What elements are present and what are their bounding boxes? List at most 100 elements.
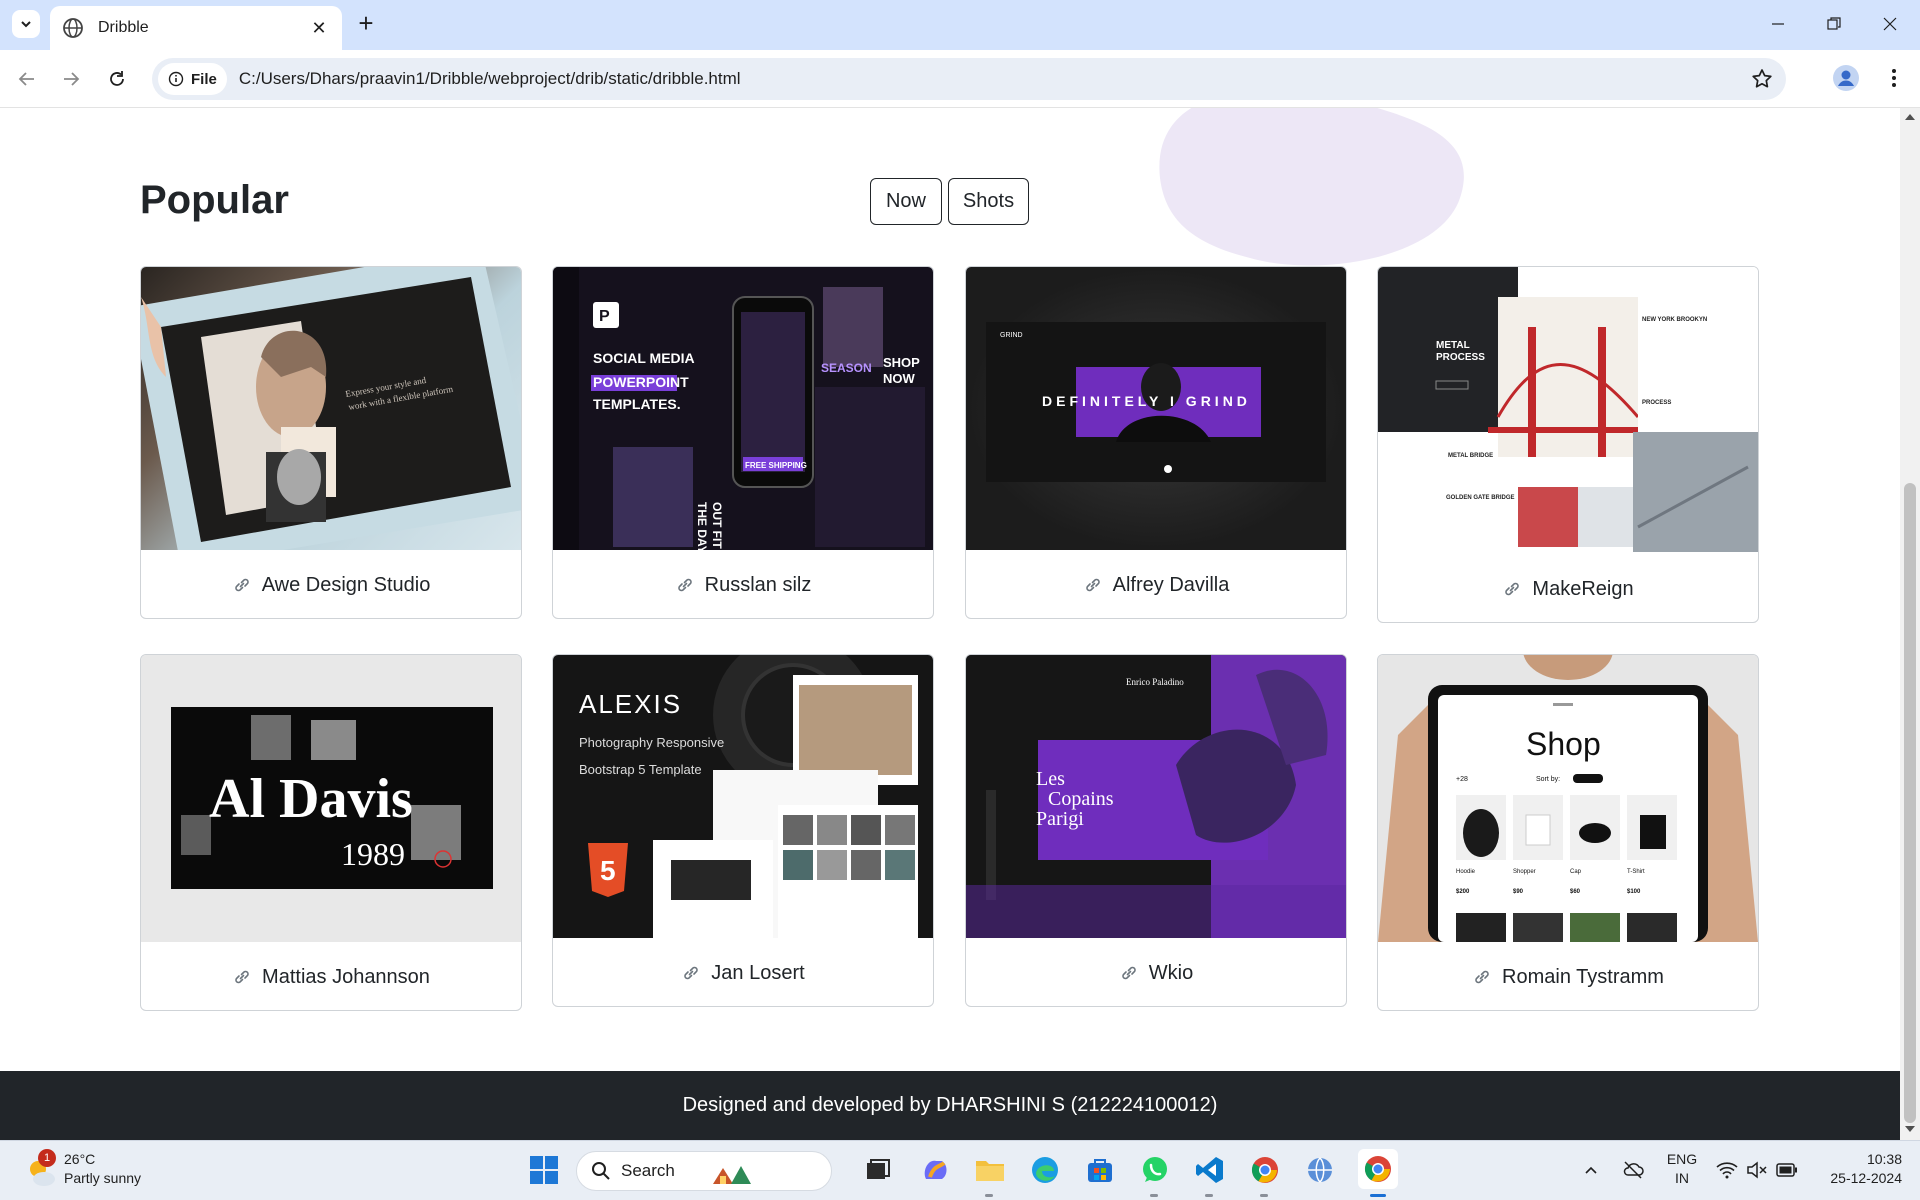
running-indicator [1260, 1194, 1268, 1197]
whatsapp-button[interactable] [1138, 1153, 1172, 1187]
thumb-text: $100 [1627, 889, 1641, 895]
card-caption[interactable]: Mattias Johannson [141, 942, 521, 1010]
wifi-button[interactable] [1712, 1153, 1742, 1187]
card-caption[interactable]: Romain Tystramm [1378, 942, 1758, 1010]
vpn-globe-button[interactable] [1303, 1153, 1337, 1187]
weather-badge: 1 [38, 1149, 56, 1167]
battery-icon [1776, 1163, 1797, 1177]
thumb-text: Les [1036, 768, 1065, 790]
cloud-off-icon [1623, 1161, 1644, 1179]
store-button[interactable] [1083, 1153, 1117, 1187]
scroll-thumb[interactable] [1904, 483, 1916, 1123]
close-window-button[interactable] [1870, 8, 1910, 40]
active-app-indicator [1370, 1194, 1386, 1197]
weather-widget[interactable]: 1 26°C Partly sunny [24, 1149, 174, 1193]
bookmark-star-icon[interactable] [1750, 67, 1774, 91]
metal-process-image: METAL PROCESS NEW YORK BROOKYN PROCESS M… [1378, 267, 1758, 552]
al-davis-image: Al Davis 1989 [171, 707, 493, 889]
chrome-icon [1251, 1157, 1278, 1183]
shot-thumbnail[interactable]: P SOCIAL MEDIA POWERPOINT TEMPLATES. FRE… [553, 267, 933, 550]
reload-button[interactable] [102, 64, 132, 94]
footer-credit: Designed and developed by DHARSHINI S (2… [682, 1094, 1218, 1116]
card-caption[interactable]: Awe Design Studio [141, 550, 521, 618]
running-indicator [985, 1194, 993, 1197]
shot-card[interactable]: Express your style and work with a flexi… [140, 266, 522, 619]
page-scrollbar[interactable] [1900, 108, 1920, 1140]
back-button[interactable] [12, 64, 42, 94]
browser-menu-button[interactable] [1880, 64, 1908, 92]
link-icon [1505, 582, 1520, 596]
browser-tab-bar: Dribble ✕ + [0, 0, 1920, 50]
file-explorer-button[interactable] [973, 1153, 1007, 1187]
tray-overflow-button[interactable] [1576, 1153, 1606, 1187]
shot-thumbnail[interactable]: ALEXIS Photography Responsive Bootstrap … [553, 655, 933, 938]
vscode-button[interactable] [1193, 1153, 1227, 1187]
link-icon [677, 578, 692, 592]
grind-website-image: DEFINITELY I GRIND GRIND [986, 322, 1326, 482]
edge-button[interactable] [1028, 1153, 1062, 1187]
address-bar[interactable]: File C:/Users/Dhars/praavin1/Dribble/web… [152, 58, 1786, 100]
thumb-text: Shopper [1513, 869, 1536, 875]
shot-card[interactable]: Shop +28 Sort by: Hoodie Shopper Cap T-S… [1377, 654, 1759, 1011]
shot-thumbnail[interactable]: Express your style and work with a flexi… [141, 267, 521, 550]
profile-icon[interactable] [1832, 64, 1860, 92]
shot-thumbnail[interactable]: Al Davis 1989 [141, 655, 521, 942]
shop-tablet-image: Shop +28 Sort by: Hoodie Shopper Cap T-S… [1378, 655, 1758, 942]
card-caption[interactable]: Alfrey Davilla [966, 550, 1346, 618]
task-view-button[interactable] [861, 1153, 895, 1187]
chrome-active-button[interactable] [1358, 1149, 1398, 1189]
card-caption[interactable]: Jan Losert [553, 938, 933, 1006]
shot-thumbnail[interactable]: Shop +28 Sort by: Hoodie Shopper Cap T-S… [1378, 655, 1758, 942]
thumb-text: SHOP [883, 355, 920, 370]
browser-toolbar: File C:/Users/Dhars/praavin1/Dribble/web… [0, 50, 1920, 108]
forward-button[interactable] [56, 64, 86, 94]
edge-icon [1032, 1157, 1058, 1183]
volume-button[interactable] [1742, 1153, 1772, 1187]
language-indicator[interactable]: ENG IN [1662, 1151, 1702, 1186]
card-caption[interactable]: Russlan silz [553, 550, 933, 618]
clock[interactable]: 10:38 25-12-2024 [1812, 1151, 1902, 1186]
shot-card[interactable]: METAL PROCESS NEW YORK BROOKYN PROCESS M… [1377, 266, 1759, 623]
thumb-text: THE DAY [695, 502, 709, 550]
tab-title: Dribble [98, 19, 149, 36]
filter-shots-button[interactable]: Shots [948, 178, 1029, 225]
thumb-text: NOW [883, 371, 916, 386]
tab-close-icon[interactable]: ✕ [308, 18, 330, 39]
shot-card[interactable]: DEFINITELY I GRIND GRIND Alfrey Davilla [965, 266, 1347, 619]
task-view-icon [867, 1159, 890, 1179]
battery-button[interactable] [1772, 1153, 1802, 1187]
taskbar: 1 26°C Partly sunny Search ENG IN 10:38 … [0, 1140, 1920, 1200]
restore-button[interactable] [1814, 8, 1854, 40]
filter-now-button[interactable]: Now [870, 178, 942, 225]
scroll-up-arrow[interactable] [1905, 114, 1915, 120]
taskbar-search[interactable]: Search [576, 1151, 832, 1191]
shot-card[interactable]: Al Davis 1989 Mattias Johannson [140, 654, 522, 1011]
tab-search-button[interactable] [12, 10, 40, 38]
scroll-down-arrow[interactable] [1905, 1126, 1915, 1132]
svg-text:5: 5 [600, 855, 616, 886]
start-button[interactable] [527, 1153, 561, 1187]
copilot-button[interactable] [918, 1153, 952, 1187]
minimize-button[interactable] [1758, 8, 1798, 40]
arrow-left-icon [18, 72, 34, 86]
browser-tab[interactable]: Dribble ✕ [50, 6, 342, 50]
store-icon [1088, 1159, 1112, 1182]
chrome-button[interactable] [1248, 1153, 1282, 1187]
shot-thumbnail[interactable]: Les Copains Parigi Enrico Paladino [966, 655, 1346, 938]
shot-thumbnail[interactable]: METAL PROCESS NEW YORK BROOKYN PROCESS M… [1378, 267, 1758, 554]
clock-time: 10:38 [1866, 1151, 1902, 1167]
network-off-button[interactable] [1618, 1153, 1648, 1187]
shot-card[interactable]: P SOCIAL MEDIA POWERPOINT TEMPLATES. FRE… [552, 266, 934, 619]
card-caption[interactable]: Wkio [966, 938, 1346, 1006]
new-tab-button[interactable]: + [352, 10, 380, 38]
weather-condition: Partly sunny [64, 1170, 142, 1186]
card-caption[interactable]: MakeReign [1378, 554, 1758, 622]
shot-card[interactable]: ALEXIS Photography Responsive Bootstrap … [552, 654, 934, 1007]
shot-card[interactable]: Les Copains Parigi Enrico Paladino Wkio [965, 654, 1347, 1007]
search-placeholder: Search [621, 1161, 675, 1180]
thumb-text: NEW YORK BROOKYN [1642, 317, 1707, 323]
shot-thumbnail[interactable]: DEFINITELY I GRIND GRIND [966, 267, 1346, 550]
site-info-chip[interactable]: File [158, 63, 227, 95]
popular-heading: Popular [140, 178, 289, 222]
designer-name: Wkio [1148, 961, 1194, 984]
